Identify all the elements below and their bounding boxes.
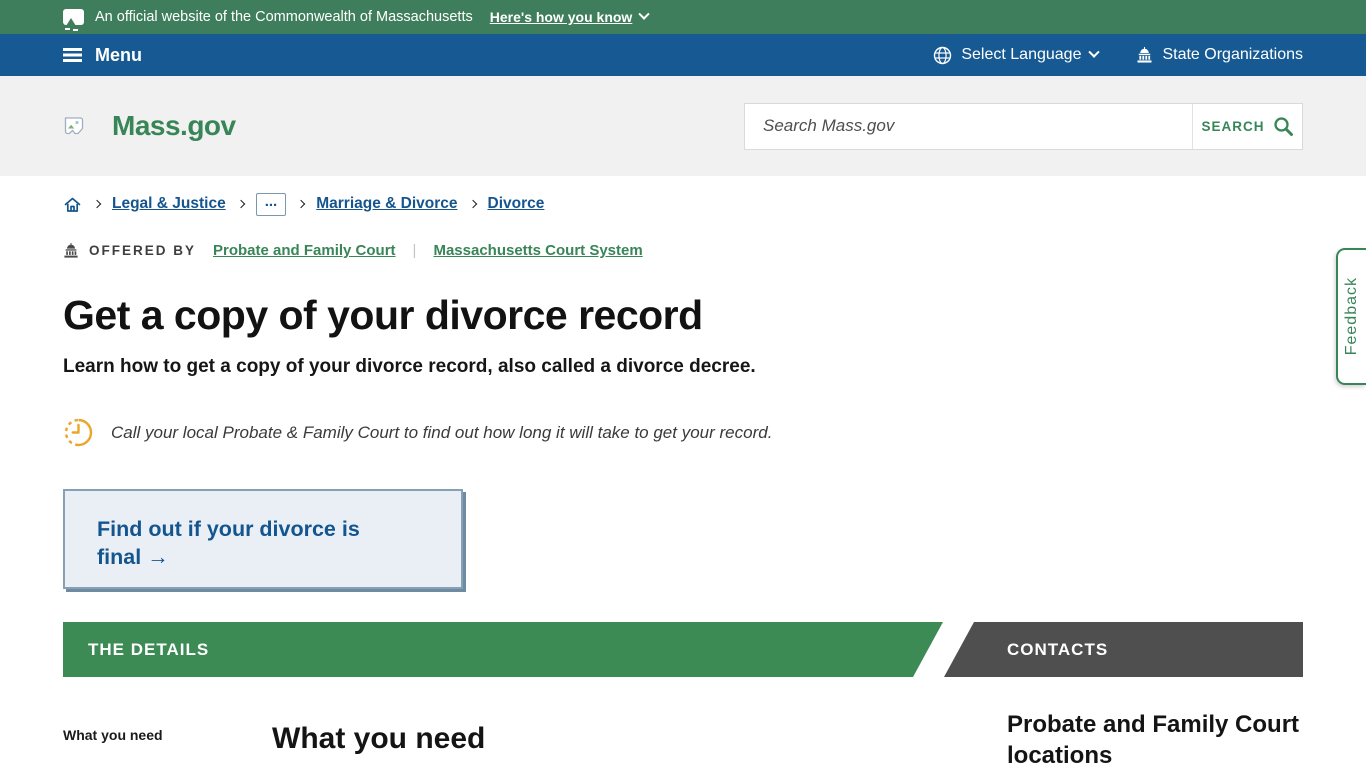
breadcrumb-divorce[interactable]: Divorce xyxy=(488,195,545,213)
breadcrumb: Legal & Justice ... Marriage & Divorce D… xyxy=(63,176,1303,216)
the-details-banner: THE DETAILS xyxy=(63,622,943,677)
clock-icon xyxy=(63,417,94,448)
chevron-right-icon xyxy=(468,200,476,208)
breadcrumb-legal-justice[interactable]: Legal & Justice xyxy=(112,195,226,213)
official-banner: An official website of the Commonwealth … xyxy=(0,0,1366,34)
toc-what-you-need-link[interactable]: What you need xyxy=(63,727,272,743)
globe-icon xyxy=(933,46,952,65)
official-banner-text: An official website of the Commonwealth … xyxy=(95,9,473,25)
heres-how-you-know-label: Here's how you know xyxy=(490,9,633,25)
capitol-icon xyxy=(1136,47,1153,63)
breadcrumb-home-link[interactable] xyxy=(63,195,82,214)
state-organizations-label: State Organizations xyxy=(1162,46,1303,64)
what-you-need-heading: What you need xyxy=(272,722,1007,756)
breadcrumb-marriage-divorce[interactable]: Marriage & Divorce xyxy=(316,195,457,213)
massachusetts-flag-icon xyxy=(63,9,84,25)
chevron-right-icon xyxy=(93,200,101,208)
offered-by-probate-court-link[interactable]: Probate and Family Court xyxy=(213,242,396,259)
logo-text: Mass.gov xyxy=(112,110,236,142)
separator: | xyxy=(413,242,417,259)
callout-label: Find out if your divorce is final xyxy=(97,517,360,569)
site-header: Mass.gov SEARCH xyxy=(0,76,1366,176)
feedback-label: Feedback xyxy=(1343,277,1361,355)
home-icon xyxy=(63,195,82,214)
broken-image-icon xyxy=(63,116,85,136)
page-subtitle: Learn how to get a copy of your divorce … xyxy=(63,356,1303,378)
search-input[interactable] xyxy=(745,104,1192,149)
offered-by-row: OFFERED BY Probate and Family Court | Ma… xyxy=(63,242,1303,259)
chevron-down-icon xyxy=(639,9,650,20)
capitol-icon xyxy=(63,243,79,258)
section-banners: THE DETAILS CONTACTS xyxy=(63,622,1303,677)
contacts-section: Probate and Family Court locations xyxy=(1007,709,1303,768)
chevron-right-icon xyxy=(297,200,305,208)
select-language-label: Select Language xyxy=(961,46,1081,64)
main-nav: Menu Select Language xyxy=(0,34,1366,76)
the-details-label: THE DETAILS xyxy=(88,640,209,660)
page-toc: What you need xyxy=(63,709,272,743)
menu-label: Menu xyxy=(95,45,142,66)
breadcrumb-ellipsis-button[interactable]: ... xyxy=(256,193,287,216)
bottom-content: What you need What you need Probate and … xyxy=(63,709,1303,768)
time-note-text: Call your local Probate & Family Court t… xyxy=(111,423,772,443)
offered-by-court-system-link[interactable]: Massachusetts Court System xyxy=(433,242,642,259)
arrow-right-icon: → xyxy=(147,545,169,569)
feedback-tab[interactable]: Feedback xyxy=(1336,248,1366,385)
search-button-label: SEARCH xyxy=(1201,119,1264,134)
massgov-logo-link[interactable]: Mass.gov xyxy=(63,110,236,142)
offered-by-label: OFFERED BY xyxy=(89,243,196,258)
divorce-final-callout-link[interactable]: Find out if your divorce is final → xyxy=(63,489,463,589)
search-icon xyxy=(1273,116,1294,137)
contacts-banner: CONTACTS xyxy=(944,622,1303,677)
select-language-button[interactable]: Select Language xyxy=(933,46,1098,65)
search-button[interactable]: SEARCH xyxy=(1192,104,1302,149)
chevron-down-icon xyxy=(1089,47,1100,58)
hamburger-icon xyxy=(63,48,82,50)
search-form: SEARCH xyxy=(744,103,1303,150)
heres-how-you-know-link[interactable]: Here's how you know xyxy=(490,9,649,25)
chevron-right-icon xyxy=(236,200,244,208)
time-note: Call your local Probate & Family Court t… xyxy=(63,417,1303,448)
state-organizations-link[interactable]: State Organizations xyxy=(1136,46,1303,64)
contact-heading: Probate and Family Court locations xyxy=(1007,709,1303,768)
menu-button[interactable]: Menu xyxy=(63,45,142,66)
page-title: Get a copy of your divorce record xyxy=(63,292,1303,339)
details-section: What you need xyxy=(272,709,1007,756)
contacts-label: CONTACTS xyxy=(1007,640,1108,660)
